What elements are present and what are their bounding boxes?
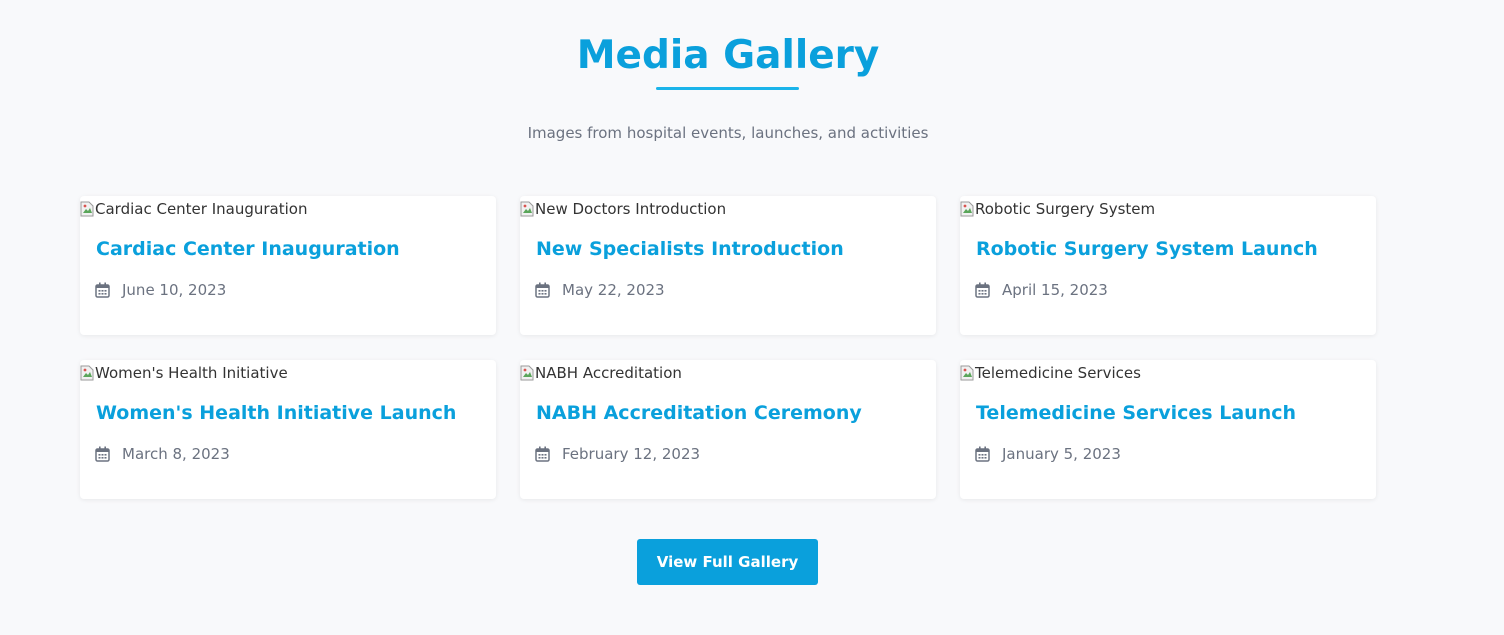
date-text: February 12, 2023: [562, 445, 701, 463]
card-date: April 15, 2023: [975, 279, 1108, 301]
broken-image-icon: [960, 201, 974, 217]
gallery-card[interactable]: Robotic Surgery System Robotic Surgery S…: [960, 196, 1376, 335]
gallery-image[interactable]: Cardiac Center Inauguration: [80, 199, 307, 219]
card-date: May 22, 2023: [535, 279, 665, 301]
image-alt-text: NABH Accreditation: [535, 364, 682, 382]
card-date: March 8, 2023: [95, 443, 230, 465]
title-underline: [656, 87, 799, 90]
calendar-icon: [535, 282, 550, 298]
card-date: June 10, 2023: [95, 279, 226, 301]
image-alt-text: Cardiac Center Inauguration: [95, 200, 308, 218]
page-title: Media Gallery: [576, 33, 880, 78]
card-title[interactable]: Women's Health Initiative Launch: [96, 400, 456, 426]
image-alt-text: Women's Health Initiative: [95, 364, 288, 382]
date-text: January 5, 2023: [1002, 445, 1121, 463]
calendar-icon: [975, 446, 990, 462]
broken-image-icon: [80, 365, 94, 381]
gallery-card[interactable]: Telemedicine Services Telemedicine Servi…: [960, 360, 1376, 499]
media-gallery-section: Media Gallery Images from hospital event…: [0, 0, 1504, 635]
broken-image-icon: [520, 365, 534, 381]
date-text: June 10, 2023: [122, 281, 227, 299]
page-subtitle: Images from hospital events, launches, a…: [527, 124, 929, 142]
image-alt-text: New Doctors Introduction: [535, 200, 727, 218]
broken-image-icon: [80, 201, 94, 217]
card-date: January 5, 2023: [975, 443, 1121, 465]
date-text: April 15, 2023: [1002, 281, 1108, 299]
card-title[interactable]: Cardiac Center Inauguration: [96, 236, 400, 262]
gallery-image[interactable]: NABH Accreditation: [520, 363, 682, 383]
calendar-icon: [975, 282, 990, 298]
card-date: February 12, 2023: [535, 443, 700, 465]
card-title[interactable]: Robotic Surgery System Launch: [976, 236, 1318, 262]
gallery-image[interactable]: New Doctors Introduction: [520, 199, 726, 219]
date-text: May 22, 2023: [562, 281, 665, 299]
gallery-card[interactable]: New Doctors Introduction New Specialists…: [520, 196, 936, 335]
gallery-card[interactable]: Women's Health Initiative Women's Health…: [80, 360, 496, 499]
card-title[interactable]: New Specialists Introduction: [536, 236, 844, 262]
broken-image-icon: [960, 365, 974, 381]
card-title[interactable]: Telemedicine Services Launch: [976, 400, 1296, 426]
view-full-gallery-button[interactable]: View Full Gallery: [637, 539, 818, 585]
calendar-icon: [535, 446, 550, 462]
gallery-card[interactable]: NABH Accreditation NABH Accreditation Ce…: [520, 360, 936, 499]
broken-image-icon: [520, 201, 534, 217]
gallery-card[interactable]: Cardiac Center Inauguration Cardiac Cent…: [80, 196, 496, 335]
image-alt-text: Robotic Surgery System: [975, 200, 1156, 218]
calendar-icon: [95, 282, 110, 298]
calendar-icon: [95, 446, 110, 462]
card-title[interactable]: NABH Accreditation Ceremony: [536, 400, 862, 426]
gallery-image[interactable]: Women's Health Initiative: [80, 363, 288, 383]
gallery-image[interactable]: Robotic Surgery System: [960, 199, 1155, 219]
gallery-image[interactable]: Telemedicine Services: [960, 363, 1141, 383]
date-text: March 8, 2023: [122, 445, 230, 463]
image-alt-text: Telemedicine Services: [975, 364, 1141, 382]
